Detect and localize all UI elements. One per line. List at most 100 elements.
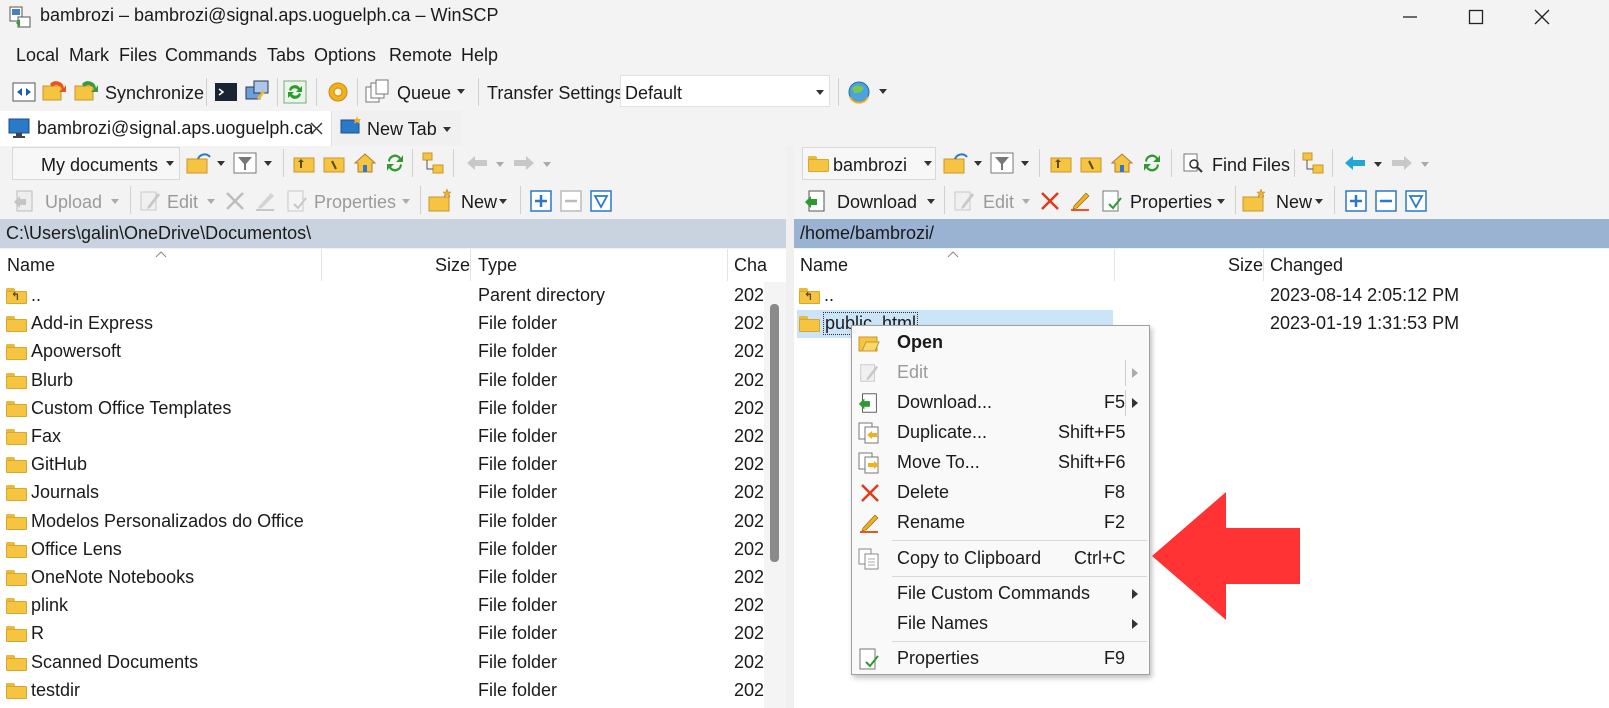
column-name[interactable]: Name <box>7 255 55 276</box>
table-row[interactable]: OneNote Notebooks File folder 202 <box>0 564 786 592</box>
refresh-icon[interactable] <box>1140 151 1164 175</box>
properties-icon[interactable] <box>1100 189 1124 213</box>
download-icon[interactable] <box>803 188 829 214</box>
queue-icon[interactable] <box>364 79 390 105</box>
filter-icon[interactable] <box>233 152 257 174</box>
edit-icon[interactable] <box>138 189 162 213</box>
chevron-down-icon[interactable] <box>1315 199 1323 204</box>
select-all-icon[interactable] <box>590 190 612 212</box>
remote-new-button[interactable]: New <box>1276 192 1312 213</box>
menu-files[interactable]: Files <box>119 45 157 66</box>
chevron-down-icon[interactable] <box>207 199 215 204</box>
unselect-files-icon[interactable] <box>1375 190 1397 212</box>
chevron-down-icon[interactable] <box>927 199 935 204</box>
tab-new[interactable]: New Tab <box>334 111 462 146</box>
chevron-down-icon[interactable] <box>543 162 551 167</box>
parent-directory-icon[interactable] <box>1050 153 1072 173</box>
filter-icon[interactable] <box>990 152 1014 174</box>
back-arrow-icon[interactable] <box>1344 155 1366 171</box>
reconnect-globe-icon[interactable] <box>846 79 872 105</box>
unselect-files-icon[interactable] <box>560 190 582 212</box>
local-edit-button[interactable]: Edit <box>167 192 198 213</box>
local-scrollbar[interactable] <box>764 282 786 708</box>
table-row[interactable]: Fax File folder 202 <box>0 423 786 451</box>
panel-splitter[interactable] <box>786 146 794 708</box>
table-row[interactable]: plink File folder 202 <box>0 592 786 620</box>
tree-icon[interactable] <box>421 151 445 175</box>
upload-icon[interactable] <box>12 188 38 214</box>
chevron-down-icon[interactable] <box>499 199 507 204</box>
column-size[interactable]: Size <box>435 255 470 276</box>
column-type[interactable]: Type <box>478 255 517 276</box>
chevron-down-icon[interactable] <box>1022 199 1030 204</box>
menu-options[interactable]: Options <box>314 45 376 66</box>
ctx-copy-to-clipboard[interactable]: Copy to Clipboard Ctrl+C <box>852 544 1149 574</box>
new-folder-icon[interactable] <box>1242 188 1268 212</box>
find-files-icon[interactable] <box>1182 152 1204 174</box>
table-row[interactable]: GitHub File folder 202 <box>0 451 786 479</box>
open-directory-icon[interactable] <box>186 151 212 175</box>
table-row[interactable]: Office Lens File folder 202 <box>0 536 786 564</box>
close-window-button[interactable] <box>1509 0 1575 34</box>
table-row[interactable]: Apowersoft File folder 202 <box>0 338 786 366</box>
chevron-down-icon[interactable] <box>974 161 982 166</box>
chevron-down-icon[interactable] <box>217 161 225 166</box>
synchronize-browsing-icon[interactable] <box>42 80 68 104</box>
download-button[interactable]: Download <box>837 192 917 213</box>
remote-properties-button[interactable]: Properties <box>1130 192 1212 213</box>
table-row[interactable]: Custom Office Templates File folder 202 <box>0 395 786 423</box>
delete-icon[interactable] <box>225 191 245 211</box>
compare-directories-icon[interactable] <box>12 80 36 104</box>
chevron-down-icon[interactable] <box>1217 199 1225 204</box>
synchronize-icon[interactable] <box>74 80 100 104</box>
home-icon[interactable] <box>1110 151 1134 175</box>
local-new-button[interactable]: New <box>461 192 497 213</box>
tree-icon[interactable] <box>1301 151 1325 175</box>
table-row[interactable]: Journals File folder 202 <box>0 479 786 507</box>
chevron-down-icon[interactable] <box>111 199 119 204</box>
table-row[interactable]: ↰.. Parent directory 202 <box>0 282 786 310</box>
table-row[interactable]: Add-in Express File folder 202 <box>0 310 786 338</box>
parent-directory-icon[interactable] <box>293 153 315 173</box>
refresh-icon[interactable] <box>383 151 407 175</box>
refresh-icon[interactable] <box>283 80 307 104</box>
ctx-delete[interactable]: Delete F8 <box>852 478 1149 508</box>
menu-tabs[interactable]: Tabs <box>267 45 305 66</box>
edit-icon[interactable] <box>952 189 976 213</box>
open-directory-icon[interactable] <box>943 151 969 175</box>
minimize-button[interactable] <box>1377 0 1443 34</box>
select-all-icon[interactable] <box>1405 190 1427 212</box>
chevron-down-icon[interactable] <box>1374 162 1382 167</box>
tab-session[interactable]: bambrozi@signal.aps.uoguelph.ca <box>0 111 332 146</box>
home-icon[interactable] <box>353 151 377 175</box>
ctx-download[interactable]: Download... F5 <box>852 388 1149 418</box>
ctx-duplicate[interactable]: Duplicate... Shift+F5 <box>852 418 1149 448</box>
root-directory-icon[interactable] <box>323 153 345 173</box>
chevron-down-icon[interactable] <box>879 89 887 94</box>
remote-edit-button[interactable]: Edit <box>983 192 1014 213</box>
table-row[interactable]: Blurb File folder 202 <box>0 367 786 395</box>
chevron-down-icon[interactable] <box>264 161 272 166</box>
ctx-edit[interactable]: Edit <box>852 358 1149 388</box>
select-files-icon[interactable] <box>1345 190 1367 212</box>
local-scrollbar-thumb[interactable] <box>770 304 779 562</box>
table-row[interactable]: testdir File folder 202 <box>0 677 786 705</box>
chevron-down-icon[interactable] <box>1421 162 1429 167</box>
forward-arrow-icon[interactable] <box>513 155 535 171</box>
preferences-gear-icon[interactable] <box>326 80 350 104</box>
queue-button[interactable]: Queue <box>397 83 451 104</box>
chevron-down-icon[interactable] <box>496 162 504 167</box>
console-icon[interactable] <box>214 80 238 104</box>
column-changed[interactable]: Changed <box>1270 255 1343 276</box>
transfer-settings-select[interactable]: Default <box>620 75 830 107</box>
table-row[interactable]: Scanned Documents File folder 202 <box>0 649 786 677</box>
chevron-down-icon[interactable] <box>1021 161 1029 166</box>
column-name[interactable]: Name <box>800 255 848 276</box>
menu-mark[interactable]: Mark <box>69 45 109 66</box>
maximize-button[interactable] <box>1443 0 1509 34</box>
rename-icon[interactable] <box>253 189 277 213</box>
column-size[interactable]: Size <box>1228 255 1263 276</box>
menu-help[interactable]: Help <box>461 45 498 66</box>
putty-icon[interactable] <box>244 79 270 105</box>
table-row[interactable]: Modelos Personalizados do Office File fol… <box>0 508 786 536</box>
